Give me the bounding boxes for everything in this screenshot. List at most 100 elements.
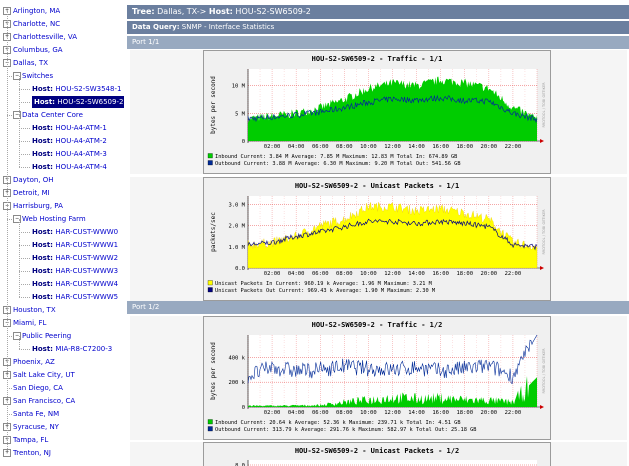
tree-node-label[interactable]: Data Center Core [22, 109, 83, 121]
tree-node-label[interactable]: Miami, FL [13, 317, 46, 329]
tree-node-label[interactable]: Host: HAR-CUST-WWW0 [32, 226, 118, 238]
tree-node-label[interactable]: Host: HOU-S2-SW3548-1 [32, 83, 121, 95]
tree-node-site[interactable]: + Dayton, OH [0, 174, 124, 186]
tree-node-text: HAR-CUST-WWW0 [55, 228, 119, 236]
tree-node-label[interactable]: Columbus, GA [13, 44, 63, 56]
graph-unicast-1-1[interactable]: HOU-S2-SW6509-2 - Unicast Packets - 1/1 p… [203, 177, 551, 301]
tree-node-label[interactable]: Phoenix, AZ [13, 356, 55, 368]
graph-traffic-1-1-chart: HOU-S2-SW6509-2 - Traffic - 1/1 bytes per… [207, 55, 546, 167]
tree-node-site[interactable]: − Miami, FL [0, 317, 124, 329]
tree-path-value: Dallas, TX-> [157, 7, 209, 16]
y-axis-label: bytes per second [210, 76, 217, 134]
tree-node-label[interactable]: Salt Lake City, UT [13, 369, 75, 381]
tree-node-label[interactable]: Dallas, TX [13, 57, 48, 69]
legend-swatch [207, 153, 213, 159]
y-tick-label: 0.0 [235, 266, 245, 272]
tree-node-label[interactable]: Detroit, MI [13, 187, 50, 199]
tree-node-label[interactable]: Public Peering [22, 330, 71, 342]
tree-node-label[interactable]: Host: HOU-A4-ATM-4 [32, 161, 107, 173]
graph-title: HOU-S2-SW6509-2 - Unicast Packets - 1/1 [295, 182, 459, 190]
tree-node-text: Columbus, GA [13, 46, 63, 54]
y-tick-label: 2.0 M [228, 224, 245, 230]
x-tick-label: 02:00 [264, 144, 281, 150]
x-tick-label: 08:00 [336, 410, 353, 416]
x-tick-label: 08:00 [336, 144, 353, 150]
tree-node-label[interactable]: Host: HOU-A4-ATM-2 [32, 135, 107, 147]
tree-node-label[interactable]: Host: MIA-R8-C7200-3 [32, 343, 112, 355]
tree-node-label[interactable]: Host: HOU-A4-ATM-1 [32, 122, 107, 134]
tree-node-site[interactable]: + Trenton, NJ [0, 447, 124, 459]
tree-node-site[interactable]: + Detroit, MI [0, 187, 124, 199]
tree-node-label[interactable]: Syracuse, NY [13, 421, 59, 433]
tree-node-label[interactable]: Host: HOU-A4-ATM-3 [32, 148, 107, 160]
tree-node-site[interactable]: + Houston, TX [0, 304, 124, 316]
data-query-label: Data Query: [132, 23, 180, 31]
tree-node-text: Detroit, MI [13, 189, 50, 197]
tree-node-text: Dayton, OH [13, 176, 54, 184]
tree-node-label[interactable]: Web Hosting Farm [22, 213, 86, 225]
tree-node-text: Arlington, MA [13, 7, 61, 15]
tree-node-site[interactable]: + San Francisco, CA [0, 395, 124, 407]
tree-node-label[interactable]: Arlington, MA [13, 5, 60, 17]
tree-node-label[interactable]: San Francisco, CA [13, 395, 75, 407]
data-query-value: SNMP - Interface Statistics [181, 23, 275, 31]
tree-node-text: Syracuse, NY [13, 423, 59, 431]
axis-arrow-icon [540, 266, 544, 270]
x-tick-label: 14:00 [408, 144, 425, 150]
x-tick-label: 14:00 [408, 410, 425, 416]
tree-node-site[interactable]: + Columbus, GA [0, 44, 124, 56]
tree-node-label[interactable]: Santa Fe, NM [13, 408, 59, 420]
tree-node-label[interactable]: San Diego, CA [13, 382, 63, 394]
tree-node-text: Harrisburg, PA [13, 202, 63, 210]
tree-node-label[interactable]: Host: HAR-CUST-WWW5 [32, 291, 118, 303]
tree-node-label[interactable]: Charlotte, NC [13, 18, 60, 30]
graph-panel-2: HOU-S2-SW6509-2 - Unicast Packets - 1/1 p… [130, 177, 627, 301]
tree-node-site[interactable]: San Diego, CA [0, 382, 124, 394]
port-header-2: Port 1/2 [127, 301, 629, 314]
x-tick-label: 08:00 [336, 271, 353, 277]
tree-node-label[interactable]: Switches [22, 70, 53, 82]
tree-node-text: Switches [22, 72, 54, 80]
tree-node-site[interactable]: + Tampa, FL [0, 434, 124, 446]
legend-text: Inbound Current: 20.64 k Average: 52.36 … [215, 420, 461, 426]
tree-node-text: Tampa, FL [13, 436, 49, 444]
tree-node-site[interactable]: + Arlington, MA [0, 5, 124, 17]
tree-node-site[interactable]: + Syracuse, NY [0, 421, 124, 433]
tree-node-label[interactable]: Charlottesville, VA [13, 31, 77, 43]
cacti-app: { "tree": [ {"type":"site","label":"Arli… [0, 0, 629, 466]
tree-node-label[interactable]: Host: HAR-CUST-WWW2 [32, 252, 118, 264]
tree-node-site[interactable]: Santa Fe, NM [0, 408, 124, 420]
graph-unicast-1-2[interactable]: HOU-S2-SW6509-2 - Unicast Packets - 1/2 8… [203, 442, 551, 466]
tree-node-label[interactable]: Host: HOU-S2-SW6509-2 [32, 96, 124, 108]
tree-node-label[interactable]: Harrisburg, PA [13, 200, 63, 212]
tree-connector [19, 271, 30, 272]
host-prefix: Host: [32, 163, 56, 171]
x-tick-label: 10:00 [360, 144, 377, 150]
tree-node-label[interactable]: Host: HAR-CUST-WWW4 [32, 278, 118, 290]
tree-node-site[interactable]: + Charlottesville, VA [0, 31, 124, 43]
host-prefix: Host: [32, 345, 56, 353]
legend-text: Unicast Packets In Current: 960.19 k Ave… [215, 281, 432, 287]
tree-node-text: HAR-CUST-WWW2 [55, 254, 119, 262]
y-tick-label: 10 M [232, 84, 246, 90]
tree-node-label[interactable]: Host: HAR-CUST-WWW1 [32, 239, 118, 251]
graph-traffic-1-2[interactable]: HOU-S2-SW6509-2 - Traffic - 1/2 bytes per… [203, 316, 551, 440]
tree-node-site[interactable]: − Dallas, TX [0, 57, 124, 69]
graph-traffic-1-1[interactable]: HOU-S2-SW6509-2 - Traffic - 1/1 bytes per… [203, 50, 551, 174]
tree-node-text: Web Hosting Farm [22, 215, 86, 223]
x-tick-label: 22:00 [505, 271, 522, 277]
tree-node-site[interactable]: + Charlotte, NC [0, 18, 124, 30]
tree-node-site[interactable]: + Salt Lake City, UT [0, 369, 124, 381]
tree-node-label[interactable]: Trenton, NJ [13, 447, 51, 459]
tree-connector [19, 102, 30, 103]
tree-node-label[interactable]: Dayton, OH [13, 174, 54, 186]
tree-node-site[interactable]: + Phoenix, AZ [0, 356, 124, 368]
tree-node-site[interactable]: − Harrisburg, PA [0, 200, 124, 212]
tree-node-label[interactable]: Host: HAR-CUST-WWW3 [32, 265, 118, 277]
host-prefix: Host: [32, 293, 56, 301]
port-label: Port 1/2 [132, 303, 160, 311]
tree-node-label[interactable]: Tampa, FL [13, 434, 48, 446]
axis-arrow-icon [540, 405, 544, 409]
tree-node-label[interactable]: Houston, TX [13, 304, 56, 316]
legend-swatch [207, 280, 213, 286]
